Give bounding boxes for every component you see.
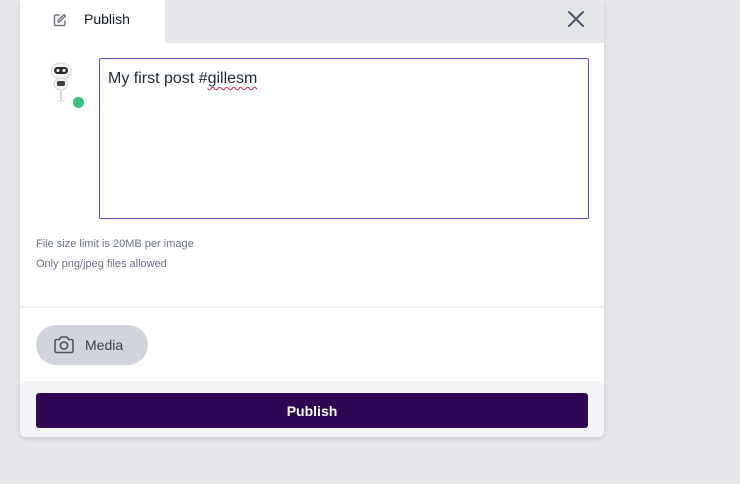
publish-modal: Publish My first post #gillesm File size… bbox=[20, 0, 604, 437]
close-icon bbox=[568, 11, 584, 27]
modal-header: Publish bbox=[20, 0, 604, 43]
file-size-hint: File size limit is 20MB per image bbox=[36, 238, 194, 250]
media-label: Media bbox=[85, 337, 124, 353]
online-status-dot bbox=[72, 96, 85, 109]
close-button[interactable] bbox=[566, 9, 586, 29]
publish-button[interactable]: Publish bbox=[36, 393, 588, 428]
modal-footer: Publish bbox=[20, 381, 604, 437]
file-format-hint: Only png/jpeg files allowed bbox=[36, 258, 167, 270]
camera-icon bbox=[53, 335, 75, 355]
media-button[interactable]: Media bbox=[36, 325, 148, 365]
edit-icon bbox=[53, 13, 67, 27]
divider bbox=[20, 306, 604, 308]
tab-label: Publish bbox=[84, 11, 130, 27]
post-text: My first post # bbox=[108, 70, 208, 87]
post-hashtag-misspelled: gillesm bbox=[207, 70, 258, 87]
post-text-input[interactable]: My first post #gillesm bbox=[99, 58, 589, 219]
tab-publish[interactable]: Publish bbox=[20, 0, 165, 43]
